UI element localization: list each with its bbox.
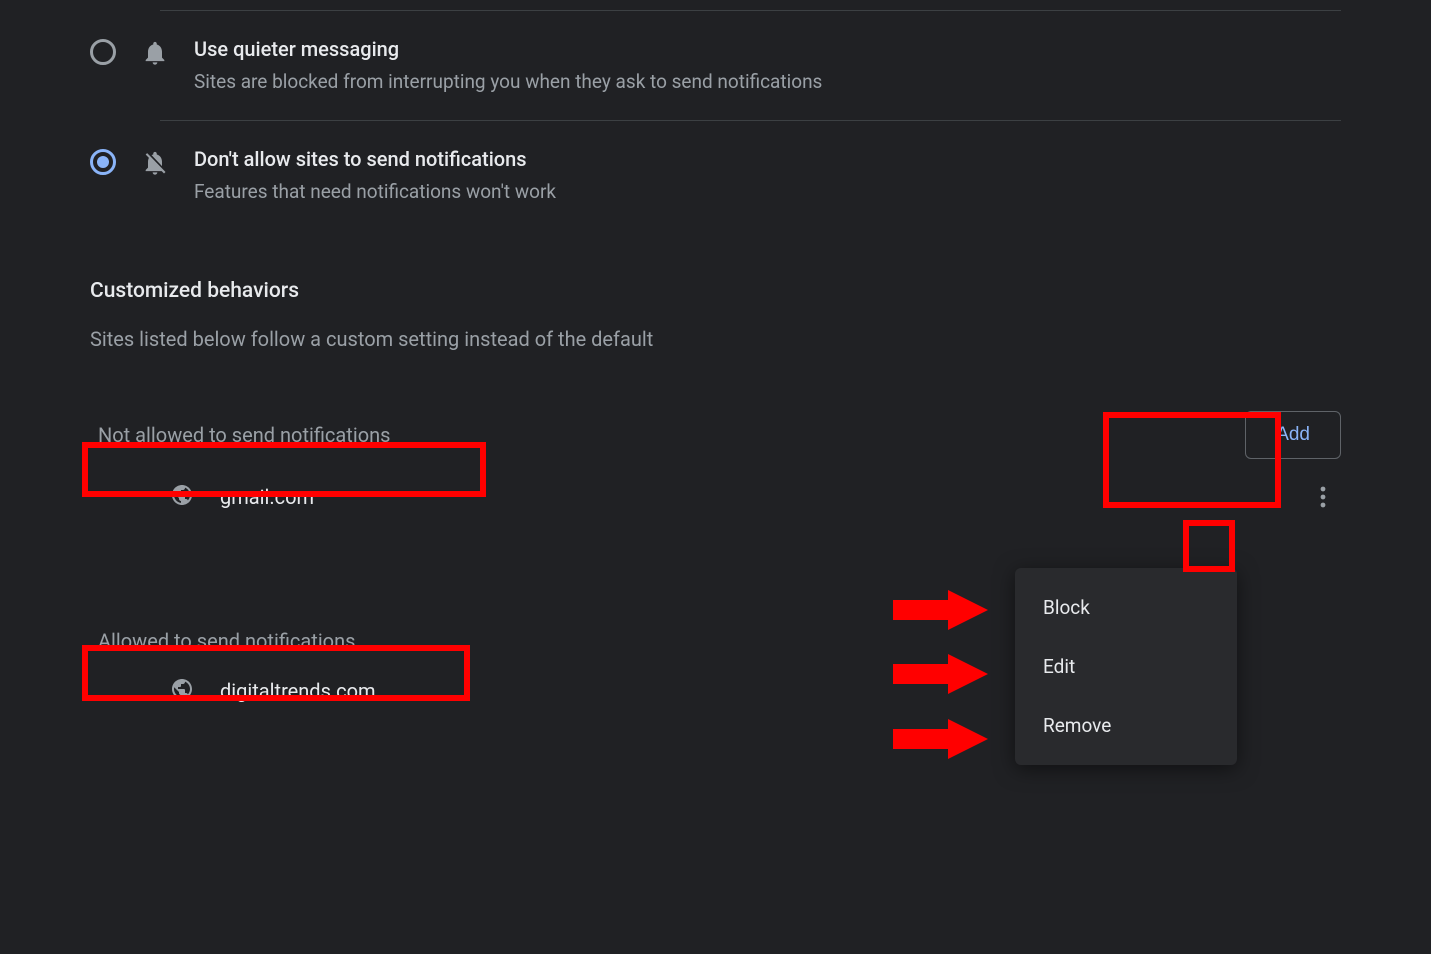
option-text: Don't allow sites to send notifications … (194, 145, 1341, 206)
site-left: gmail.com (170, 483, 314, 511)
add-button[interactable]: Add (1245, 411, 1341, 459)
menu-item-block[interactable]: Block (1015, 578, 1237, 637)
radio-quieter[interactable] (90, 39, 116, 65)
globe-icon (170, 677, 194, 705)
site-row-blocked: gmail.com (90, 459, 1341, 535)
radio-block[interactable] (90, 149, 116, 175)
site-name: digitaltrends.com (220, 679, 376, 703)
option-desc: Features that need notifications won't w… (194, 179, 1341, 206)
customized-behaviors-desc: Sites listed below follow a custom setti… (90, 327, 1341, 351)
site-left: digitaltrends.com (170, 677, 376, 705)
option-quieter-messaging[interactable]: Use quieter messaging Sites are blocked … (90, 11, 1341, 120)
option-title: Don't allow sites to send notifications (194, 145, 1341, 173)
context-menu: Block Edit Remove (1015, 568, 1237, 765)
menu-item-remove[interactable]: Remove (1015, 696, 1237, 755)
option-desc: Sites are blocked from interrupting you … (194, 69, 1341, 96)
site-name: gmail.com (220, 485, 314, 509)
bell-off-icon (138, 149, 172, 177)
option-block-notifications[interactable]: Don't allow sites to send notifications … (90, 121, 1341, 230)
more-actions-button[interactable] (1305, 479, 1341, 515)
menu-item-edit[interactable]: Edit (1015, 637, 1237, 696)
globe-icon (170, 483, 194, 511)
option-text: Use quieter messaging Sites are blocked … (194, 35, 1341, 96)
allowed-title: Allowed to send notifications (90, 625, 363, 657)
customized-behaviors-heading: Customized behaviors (90, 279, 1341, 303)
bell-icon (138, 39, 172, 67)
not-allowed-header: Not allowed to send notifications Add (90, 411, 1341, 459)
not-allowed-title: Not allowed to send notifications (90, 419, 398, 451)
option-title: Use quieter messaging (194, 35, 1341, 63)
